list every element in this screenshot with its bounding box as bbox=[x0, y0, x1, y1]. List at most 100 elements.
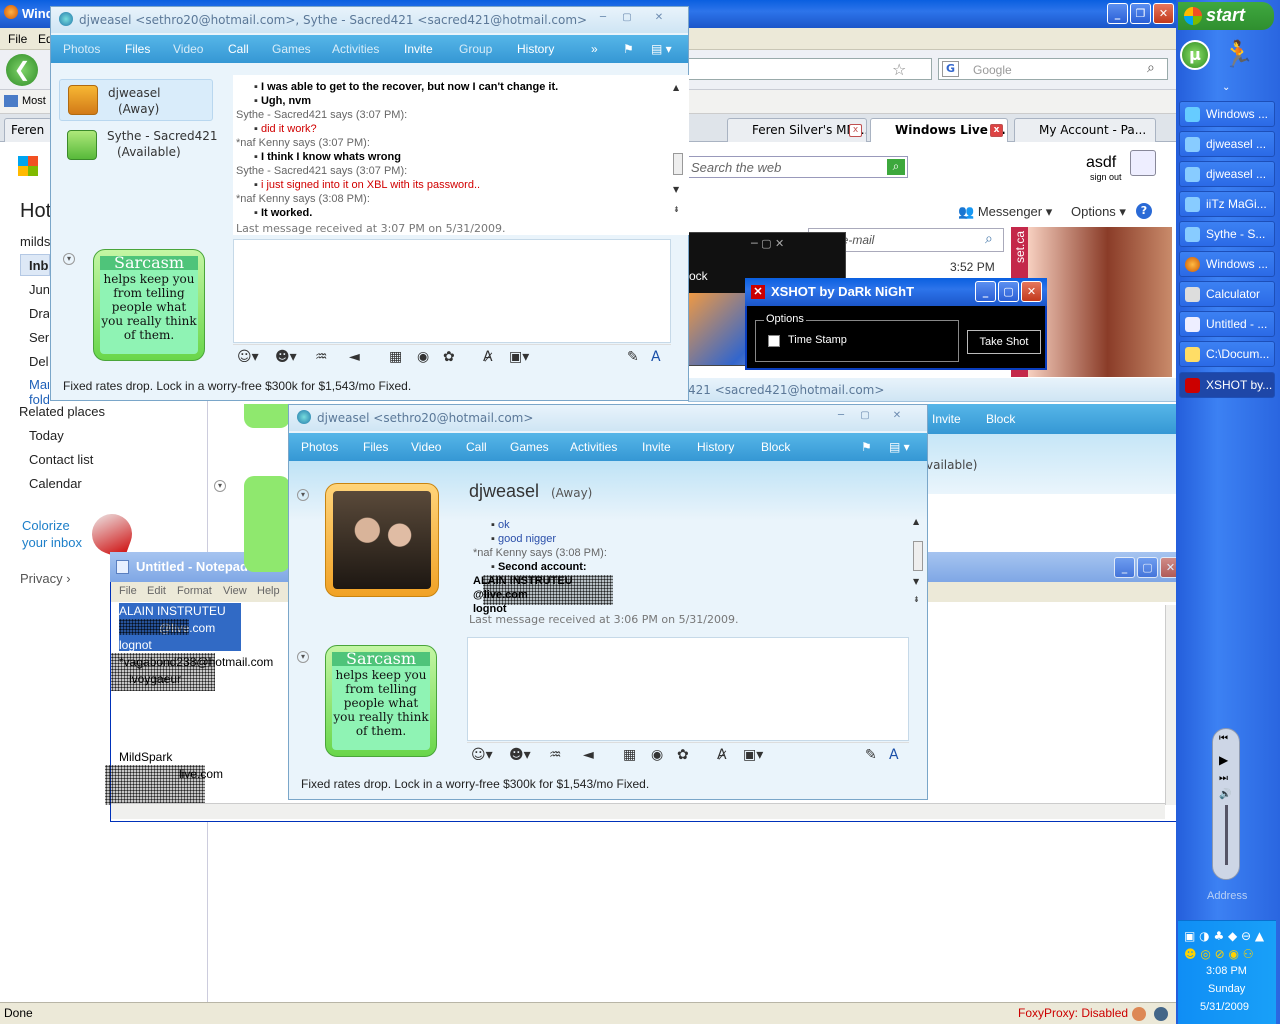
notepad-menu-view[interactable]: View bbox=[223, 585, 247, 597]
nudge-icon[interactable]: ♒ bbox=[549, 747, 562, 763]
notepad-minimize-button[interactable]: _ bbox=[1114, 557, 1135, 578]
user-name[interactable]: asdf bbox=[1086, 154, 1116, 172]
history-scrollbar[interactable]: ▲ ▼ ⇟ bbox=[913, 517, 925, 607]
show-menu-icon[interactable]: ▤ ▾ bbox=[889, 440, 910, 454]
handwriting-icon[interactable]: ✎ bbox=[627, 349, 639, 365]
messenger-menu[interactable]: 👥 Messenger ▾ bbox=[958, 204, 1052, 220]
take-shot-button[interactable]: Take Shot bbox=[967, 330, 1041, 354]
related-contact-list[interactable]: Contact list bbox=[29, 452, 93, 467]
back-arrow-icon[interactable]: ❮ bbox=[6, 54, 38, 86]
history-scrollbar[interactable]: ▲ ▼ ⇟ bbox=[673, 83, 685, 214]
privacy-link[interactable]: Privacy › bbox=[20, 571, 71, 586]
user-avatar-icon[interactable] bbox=[1130, 150, 1156, 176]
time-stamp-checkbox[interactable] bbox=[768, 335, 780, 347]
task-notepad[interactable]: Untitled - ... bbox=[1179, 311, 1275, 337]
xshot-minimize-button[interactable]: _ bbox=[975, 281, 996, 302]
restore-button[interactable]: ❐ bbox=[1130, 3, 1151, 24]
help-icon[interactable]: ? bbox=[1136, 203, 1152, 219]
spelling-icon[interactable]: A̷ bbox=[717, 747, 727, 763]
games-icon[interactable]: ◉ bbox=[417, 349, 429, 365]
notepad-hscrollbar[interactable] bbox=[111, 803, 1165, 819]
web-search-input[interactable]: Search the web ⌕ bbox=[688, 156, 908, 178]
ad-text[interactable]: Fixed rates drop. Lock in a worry-free $… bbox=[63, 379, 411, 393]
close-button[interactable]: ✕ bbox=[1153, 3, 1174, 24]
network-icon[interactable] bbox=[1154, 1007, 1168, 1021]
folder-junk[interactable]: Junk bbox=[29, 282, 49, 297]
related-today[interactable]: Today bbox=[29, 428, 64, 443]
xshot-close-button[interactable]: ✕ bbox=[1021, 281, 1042, 302]
expand-icon[interactable]: ⌄ bbox=[1222, 82, 1230, 93]
minimize-button[interactable]: _ bbox=[1107, 3, 1128, 24]
menu-file[interactable]: File bbox=[8, 32, 27, 46]
menu-invite[interactable]: Invite bbox=[642, 440, 671, 454]
menu-call[interactable]: Call bbox=[466, 440, 487, 454]
aim-icon[interactable]: 🏃 bbox=[1222, 40, 1254, 70]
folder-drafts[interactable]: Drafts bbox=[29, 306, 49, 321]
colorize-link-1[interactable]: Colorize bbox=[22, 518, 70, 533]
font-icon[interactable]: A bbox=[651, 349, 661, 365]
utorrent-icon[interactable]: µ bbox=[1180, 40, 1210, 70]
menu-games[interactable]: Games bbox=[510, 440, 549, 454]
google-search-input[interactable]: G Google ⌕ bbox=[938, 58, 1168, 80]
volume-slider[interactable] bbox=[1225, 805, 1228, 865]
image-icon[interactable]: ▣▾ bbox=[509, 349, 529, 365]
xshot-maximize-button[interactable]: ▢ bbox=[998, 281, 1019, 302]
menu-files[interactable]: Files bbox=[363, 440, 388, 454]
more-menu-icon[interactable]: » bbox=[591, 42, 598, 56]
wink-icon[interactable]: ☻▾ bbox=[509, 747, 531, 763]
colorize-link-2[interactable]: your inbox bbox=[22, 535, 82, 550]
search-go-icon[interactable]: ⌕ bbox=[887, 159, 905, 175]
maximize-button[interactable]: ▢ bbox=[857, 411, 873, 423]
menu-group[interactable]: Group bbox=[459, 42, 492, 56]
collapse-icon[interactable]: ▾ bbox=[214, 480, 226, 492]
folder-inbox[interactable]: Inbox bbox=[20, 254, 50, 276]
conversation-history[interactable]: ▪ ok ▪ good nigger *naf Kenny says (3:08 P… bbox=[469, 513, 927, 615]
contact-display-picture[interactable] bbox=[325, 483, 439, 597]
gifts-icon[interactable]: ✿ bbox=[443, 349, 455, 365]
collapse-icon[interactable]: ▾ bbox=[297, 489, 309, 501]
contact-sythe[interactable]: Sythe - Sacred421 (Available) bbox=[59, 125, 219, 167]
contact-djweasel[interactable]: djweasel (Away) bbox=[59, 79, 213, 121]
task-explorer[interactable]: C:\Docum... bbox=[1179, 341, 1275, 367]
tab-my-account[interactable]: My Account - Pa... bbox=[1014, 118, 1156, 142]
manage-folders-link[interactable]: Manage folders bbox=[29, 377, 49, 407]
menu-block[interactable]: Block bbox=[761, 440, 790, 454]
notepad-menu-edit[interactable]: Edit bbox=[147, 585, 166, 597]
tray-icons[interactable]: ▣ ◑ ♣ ◆ ⊖ ▲ bbox=[1184, 929, 1264, 943]
ad-text[interactable]: Fixed rates drop. Lock in a worry-free $… bbox=[301, 777, 649, 791]
games-icon[interactable]: ◉ bbox=[651, 747, 663, 763]
scroll-thumb[interactable] bbox=[673, 153, 683, 175]
notepad-maximize-button[interactable]: ▢ bbox=[1137, 557, 1158, 578]
foxyproxy-status[interactable]: FoxyProxy: Disabled bbox=[1018, 1006, 1128, 1020]
menu-photos[interactable]: Photos bbox=[63, 42, 100, 56]
folder-deleted[interactable]: Deleted bbox=[29, 354, 49, 369]
collapse-icon[interactable]: ▾ bbox=[297, 651, 309, 663]
sign-out-link[interactable]: sign out bbox=[1090, 172, 1122, 182]
minimize-button[interactable]: ─ bbox=[595, 13, 611, 25]
background-icon[interactable]: ▦ bbox=[389, 349, 402, 365]
image-icon[interactable]: ▣▾ bbox=[743, 747, 763, 763]
spelling-icon[interactable]: A̷ bbox=[483, 349, 493, 365]
task-calculator[interactable]: Calculator bbox=[1179, 281, 1275, 307]
conv-behind-block[interactable]: Block bbox=[986, 412, 1015, 426]
options-menu[interactable]: Options ▾ bbox=[1071, 204, 1126, 220]
emoticon-icon[interactable]: ☺▾ bbox=[237, 349, 259, 365]
games-icon[interactable]: ⚑ bbox=[861, 440, 872, 454]
nudge-icon[interactable]: ♒ bbox=[315, 349, 328, 365]
tray-icons-2[interactable]: ☻ ◎ ⊘ ◉ ⚇ bbox=[1184, 947, 1254, 961]
tab-close-icon[interactable]: x bbox=[849, 124, 862, 137]
minimize-button[interactable]: ─ bbox=[833, 411, 849, 423]
notepad-menu-help[interactable]: Help bbox=[257, 585, 280, 597]
maximize-button[interactable]: ▢ bbox=[619, 13, 635, 25]
menu-activities[interactable]: Activities bbox=[332, 42, 379, 56]
menu-photos[interactable]: Photos bbox=[301, 440, 338, 454]
games-icon[interactable]: ⚑ bbox=[623, 42, 634, 56]
task-djweasel-2[interactable]: djweasel ... bbox=[1179, 161, 1275, 187]
menu-activities[interactable]: Activities bbox=[570, 440, 617, 454]
message-input[interactable] bbox=[233, 239, 671, 343]
close-button[interactable]: ✕ bbox=[889, 411, 905, 423]
task-djweasel-1[interactable]: djweasel ... bbox=[1179, 131, 1275, 157]
google-icon[interactable]: G bbox=[942, 61, 959, 77]
task-iitz-magi[interactable]: iiTz MaGi... bbox=[1179, 191, 1275, 217]
scroll-thumb[interactable] bbox=[913, 541, 923, 571]
